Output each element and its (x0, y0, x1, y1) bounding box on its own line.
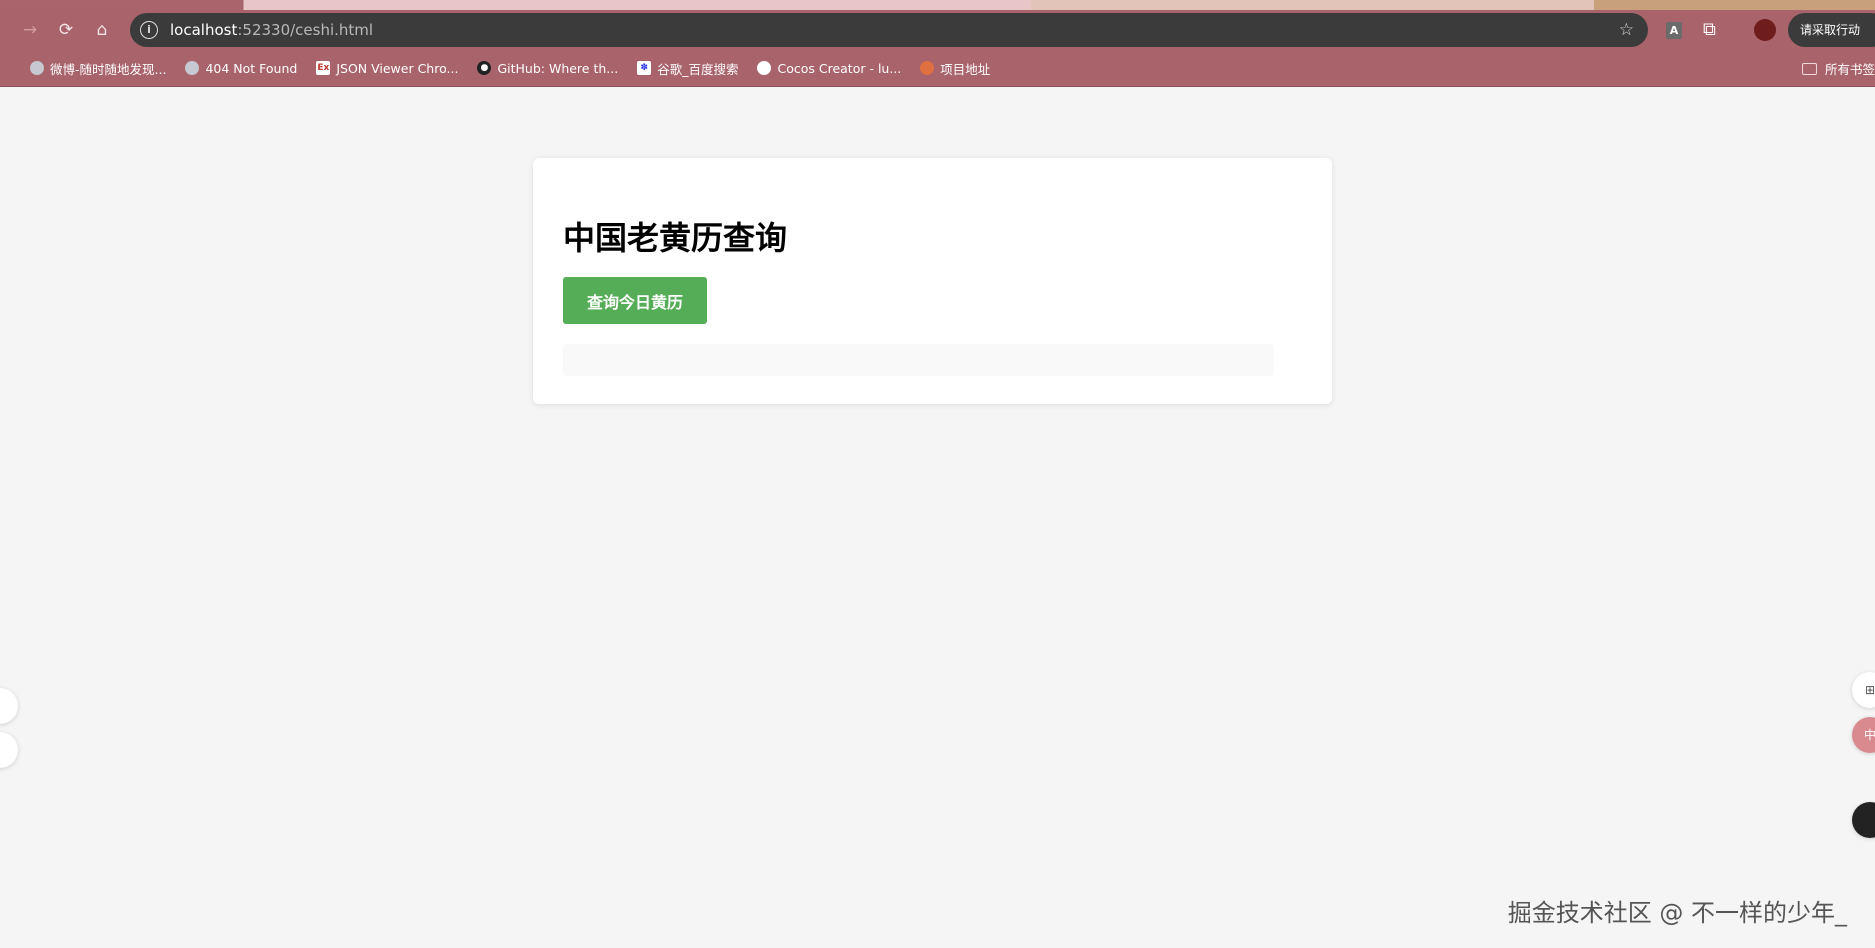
side-widget-left-2[interactable] (0, 732, 18, 768)
json-viewer-icon: Ex (316, 61, 331, 75)
almanac-card: 中国老黄历查询 查询今日黄历 (533, 158, 1332, 404)
globe-icon (185, 61, 200, 75)
bookmark-label: Cocos Creator - lu... (777, 60, 902, 76)
translate-extension-icon[interactable]: A (1666, 22, 1682, 39)
bookmark-label: JSON Viewer Chro... (336, 60, 459, 76)
action-button[interactable]: 请采取行动 (1788, 13, 1875, 47)
all-bookmarks-label: 所有书签 (1824, 62, 1875, 77)
bookmark-label: 谷歌_百度搜索 (657, 61, 739, 77)
address-bar[interactable]: i localhost:52330/ceshi.html ☆ (130, 13, 1648, 47)
url-host: localhost (170, 21, 238, 39)
qr-grid-icon[interactable]: ⊞ (1852, 672, 1875, 708)
result-area (563, 344, 1274, 376)
watermark: 掘金技术社区 @ 不一样的少年_ (1507, 899, 1847, 927)
bookmarks-bar: 微博-随时随地发现... 404 Not Found Ex JSON Viewer… (0, 50, 1875, 87)
query-today-button[interactable]: 查询今日黄历 (563, 277, 707, 324)
url-path: :52330/ceshi.html (237, 21, 374, 39)
bookmark-label: 项目地址 (940, 61, 991, 77)
all-bookmarks[interactable]: 所有书签 (1801, 50, 1875, 87)
bookmark-baidu[interactable]: ✽ 谷歌_百度搜索 (637, 59, 738, 78)
side-widget-left-1[interactable] (0, 688, 18, 724)
bookmark-project[interactable]: 项目地址 (920, 59, 990, 78)
url-text[interactable]: localhost:52330/ceshi.html (170, 21, 373, 39)
bookmark-weibo[interactable]: 微博-随时随地发现... (30, 59, 166, 78)
page-title: 中国老黄历查询 (563, 219, 788, 257)
globe-icon (30, 61, 44, 75)
github-icon: ● (477, 61, 492, 75)
extensions-icon[interactable]: ⧉ (1703, 19, 1716, 40)
translate-float-icon[interactable]: 中 (1852, 717, 1875, 753)
browser-toolbar: → ⟳ ⌂ i localhost:52330/ceshi.html ☆ A ⧉… (0, 10, 1875, 50)
bookmark-label: GitHub: Where th... (497, 60, 619, 76)
bookmark-json-viewer[interactable]: Ex JSON Viewer Chro... (316, 61, 458, 76)
bookmark-label: 微博-随时随地发现... (50, 61, 167, 77)
home-icon[interactable]: ⌂ (84, 20, 120, 40)
bookmark-label: 404 Not Found (205, 60, 298, 76)
assistant-float-icon[interactable] (1852, 802, 1875, 838)
profile-avatar[interactable] (1754, 19, 1776, 41)
gitlab-icon (920, 61, 935, 75)
bookmark-github[interactable]: ● GitHub: Where th... (477, 61, 618, 76)
reload-icon[interactable]: ⟳ (48, 20, 84, 40)
bookmark-404[interactable]: 404 Not Found (185, 61, 297, 76)
cocos-icon (757, 61, 772, 75)
baidu-paw-icon: ✽ (637, 61, 652, 75)
folder-icon (1801, 62, 1817, 75)
site-info-icon[interactable]: i (140, 21, 158, 39)
bookmark-cocos[interactable]: Cocos Creator - lu... (757, 61, 901, 76)
bookmark-star-icon[interactable]: ☆ (1619, 20, 1634, 40)
forward-icon[interactable]: → (12, 20, 48, 40)
